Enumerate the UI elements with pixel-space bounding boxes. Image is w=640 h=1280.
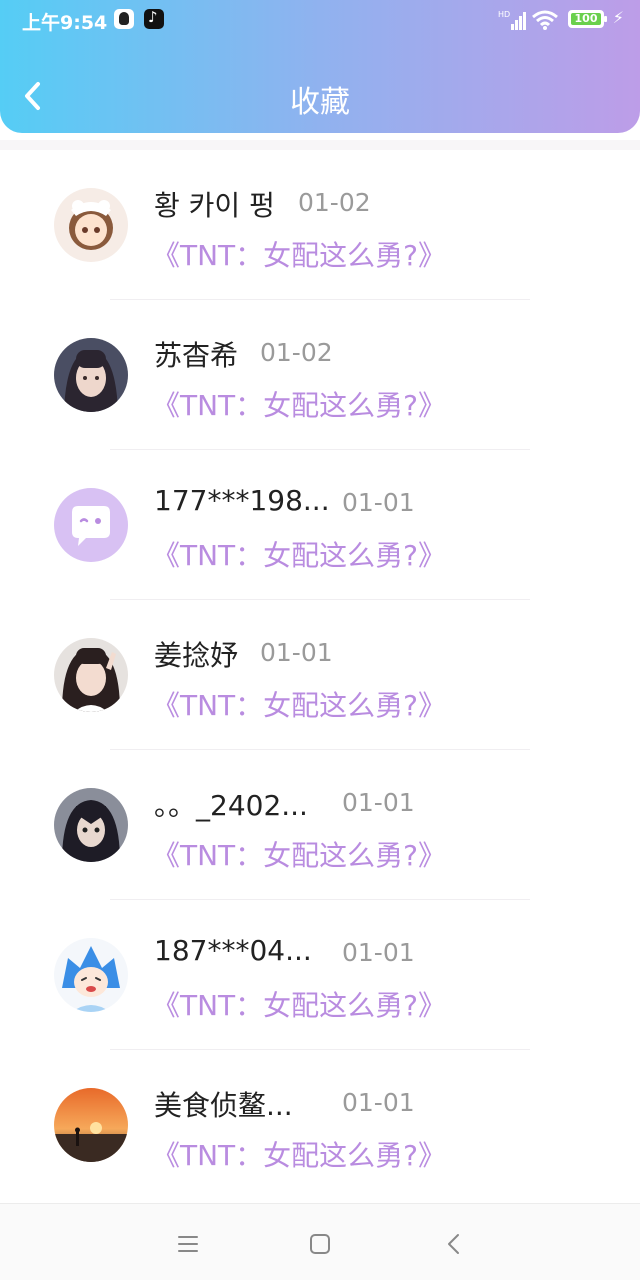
item-date: 01-02 [260, 338, 333, 367]
status-time: 上午9:54 [22, 12, 108, 34]
book-title[interactable]: 《TNT：女配这么勇?》 [152, 234, 446, 274]
item-date: 01-01 [260, 638, 333, 667]
status-bar: 上午9:54 HD 100 ⚡ [0, 0, 640, 40]
user-name: 177***198... [154, 484, 330, 517]
user-name: 。。_2402... [154, 789, 308, 822]
book-title[interactable]: 《TNT：女配这么勇?》 [152, 834, 446, 874]
signal-icon: HD [498, 10, 526, 30]
battery-icon: 100 [568, 10, 607, 28]
divider [0, 140, 640, 150]
tiktok-icon [144, 8, 164, 29]
list-item[interactable]: 187***04... 01-01 《TNT：女配这么勇?》 [0, 900, 640, 1050]
list-item[interactable]: 美食侦鳌... 01-01 《TNT：女配这么勇?》 [0, 1050, 640, 1200]
item-date: 01-01 [342, 938, 415, 967]
battery-level: 100 [571, 13, 601, 25]
list-item[interactable]: 。。_2402... 01-01 《TNT：女配这么勇?》 [0, 750, 640, 900]
item-date: 01-01 [342, 1088, 415, 1117]
book-title[interactable]: 《TNT：女配这么勇?》 [152, 384, 446, 424]
book-title[interactable]: 《TNT：女配这么勇?》 [152, 984, 446, 1024]
user-name: 美食侦鳌... [154, 1089, 293, 1122]
user-name: 姜捻妤 [154, 639, 239, 672]
page-title: 收藏 [290, 85, 350, 120]
home-square-icon[interactable] [304, 1228, 336, 1260]
item-date: 01-01 [342, 488, 415, 517]
wifi-icon [532, 10, 558, 30]
avatar[interactable] [54, 1088, 128, 1162]
book-title[interactable]: 《TNT：女配这么勇?》 [152, 684, 446, 724]
book-title[interactable]: 《TNT：女配这么勇?》 [152, 1134, 446, 1174]
charging-icon: ⚡ [612, 8, 624, 27]
back-icon[interactable] [438, 1228, 470, 1260]
item-date: 01-02 [298, 188, 371, 217]
avatar[interactable] [54, 338, 128, 412]
qq-icon [114, 9, 134, 29]
header-bar: 上午9:54 HD 100 ⚡ 收藏 [0, 0, 640, 133]
user-name: 苏杳希 [154, 339, 239, 372]
list-item[interactable]: 황 카이 펑 01-02 《TNT：女配这么勇?》 [0, 150, 640, 300]
menu-icon[interactable] [172, 1228, 204, 1260]
user-name: 황 카이 펑 [154, 189, 275, 222]
svg-text:HD: HD [498, 10, 510, 19]
item-date: 01-01 [342, 788, 415, 817]
user-name: 187***04... [154, 934, 312, 967]
system-nav-bar [0, 1203, 640, 1280]
avatar[interactable] [54, 188, 128, 262]
list-item[interactable]: 177***198... 01-01 《TNT：女配这么勇?》 [0, 450, 640, 600]
list-item[interactable]: 姜捻妤 01-01 《TNT：女配这么勇?》 [0, 600, 640, 750]
avatar[interactable] [54, 938, 128, 1012]
list-item[interactable]: 苏杳希 01-02 《TNT：女配这么勇?》 [0, 300, 640, 450]
avatar[interactable] [54, 638, 128, 712]
favorites-list: 황 카이 펑 01-02 《TNT：女配这么勇?》 苏杳希 01-02 《TNT… [0, 150, 640, 1200]
avatar[interactable] [54, 788, 128, 862]
avatar[interactable] [54, 488, 128, 562]
book-title[interactable]: 《TNT：女配这么勇?》 [152, 534, 446, 574]
